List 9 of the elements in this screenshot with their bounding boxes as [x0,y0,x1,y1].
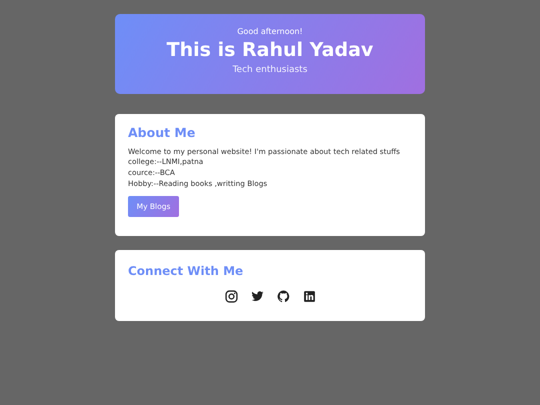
greeting-text: Good afternoon! [237,27,303,37]
instagram-icon[interactable] [224,290,238,303]
linkedin-icon[interactable] [302,290,316,303]
section-heading: About Me [128,128,196,139]
bird-icon[interactable] [250,290,264,303]
cat-icon[interactable] [276,290,290,303]
page-title: This is Rahul Yadav [166,38,374,62]
section-heading: Connect With Me [128,264,244,278]
subtitle-text: Tech enthusiasts [232,65,308,76]
